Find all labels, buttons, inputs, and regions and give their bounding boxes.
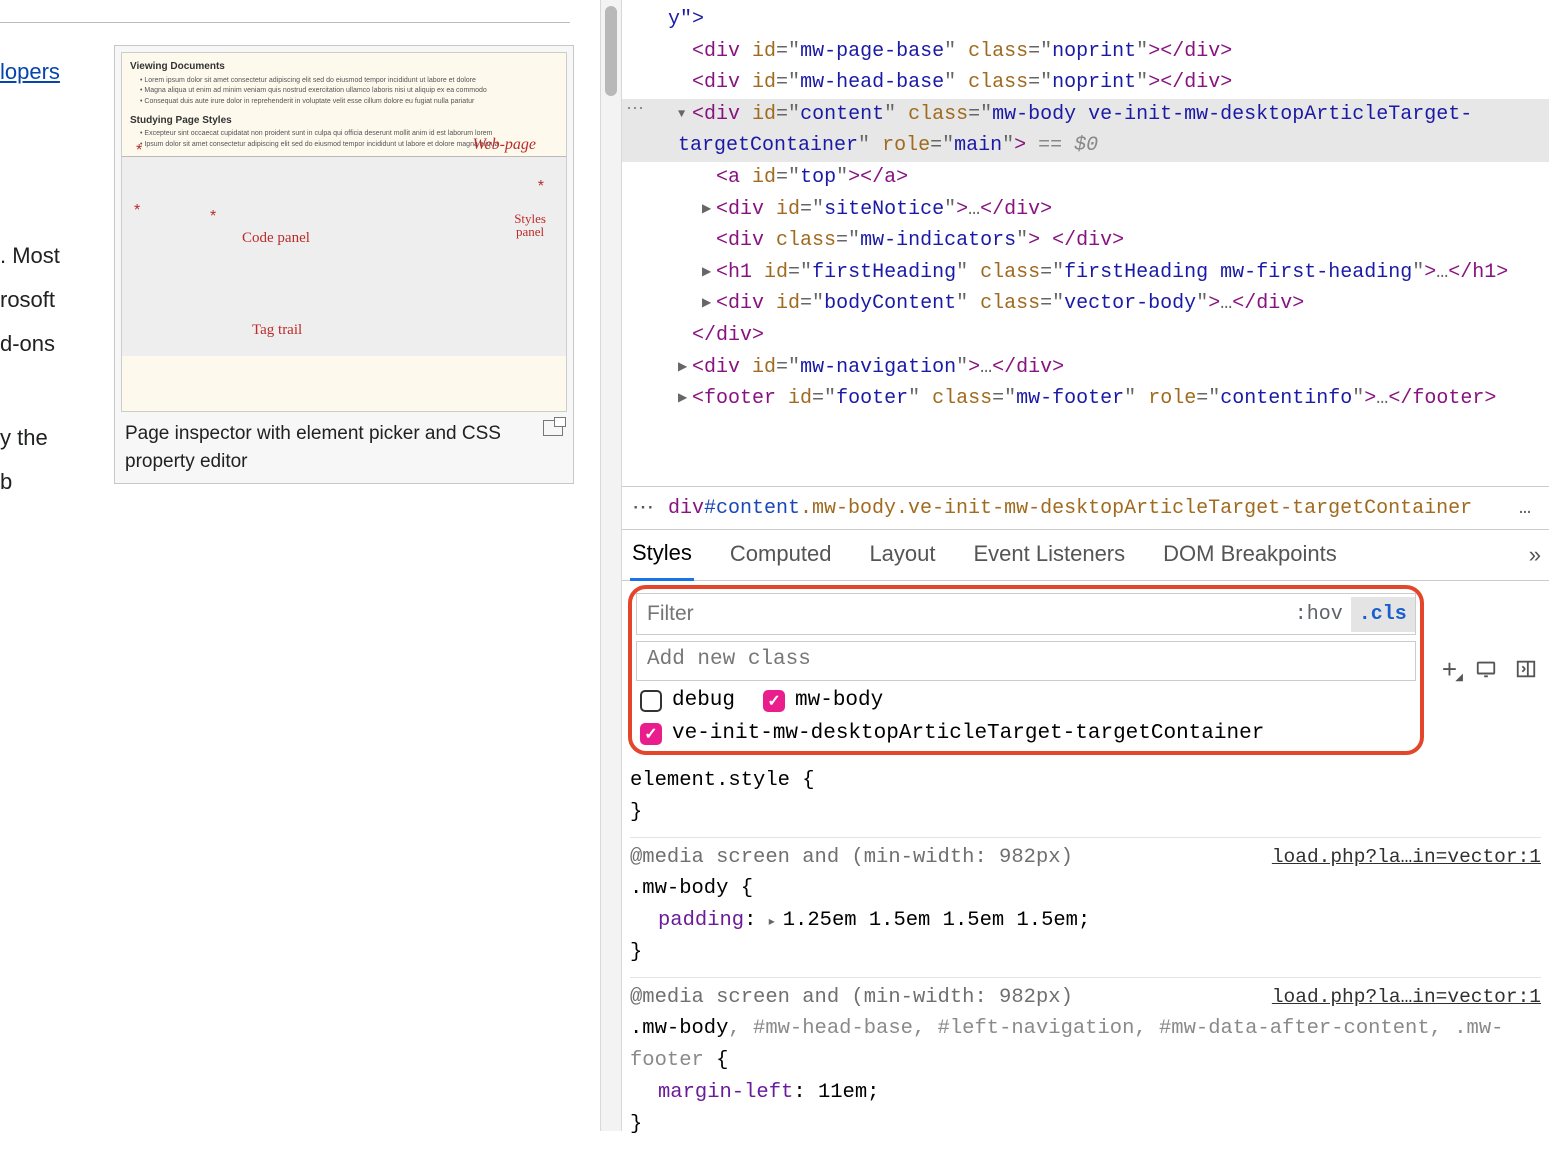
dom-node[interactable]: <a id="top"></a> <box>622 162 1549 194</box>
hov-toggle[interactable]: :hov <box>1287 603 1351 626</box>
enlarge-icon[interactable] <box>543 420 563 436</box>
breadcrumb-overflow[interactable]: ⋯ <box>632 495 654 521</box>
dom-node[interactable]: ▶<div id="siteNotice">…</div> <box>622 194 1549 226</box>
thumb-heading-2: Studying Page Styles <box>130 113 558 129</box>
thumbnail-caption: Page inspector with element picker and C… <box>125 420 535 475</box>
class-toggle[interactable]: ✓ve-init-mw-desktopArticleTarget-targetC… <box>640 722 1264 745</box>
thumb-tagtrail-label: Tag trail <box>252 319 302 342</box>
devtools-pane: ⋯ y"> <div id="mw-page-base" class="nopr… <box>622 0 1549 1131</box>
cls-toggle[interactable]: .cls <box>1351 597 1415 632</box>
dom-node[interactable]: <div class="mw-indicators"> </div> <box>622 225 1549 257</box>
tab-event-listeners[interactable]: Event Listeners <box>972 531 1128 579</box>
source-link[interactable]: load.php?la…in=vector:1 <box>1272 982 1541 1012</box>
style-rules[interactable]: element.style { } load.php?la…in=vector:… <box>622 757 1549 1152</box>
tab-layout[interactable]: Layout <box>867 531 937 579</box>
new-rule-icon[interactable]: +◢ <box>1442 654 1457 685</box>
tab-computed[interactable]: Computed <box>728 531 834 579</box>
styles-tabs: Styles Computed Layout Event Listeners D… <box>622 530 1549 581</box>
dom-node[interactable]: ▶<h1 id="firstHeading" class="firstHeadi… <box>622 257 1549 289</box>
tab-styles[interactable]: Styles <box>630 530 694 581</box>
class-editor-highlight: :hov .cls Add new class debug ✓mw-body ✓ve… <box>628 585 1424 755</box>
dom-node[interactable]: <div id="mw-page-base" class="noprint"><… <box>622 36 1549 68</box>
dom-node[interactable]: ▶<div id="bodyContent" class="vector-bod… <box>622 288 1549 320</box>
source-link[interactable]: load.php?la…in=vector:1 <box>1272 842 1541 872</box>
tab-dom-breakpoints[interactable]: DOM Breakpoints <box>1161 531 1339 579</box>
dom-node[interactable]: <div id="mw-head-base" class="noprint"><… <box>622 67 1549 99</box>
section-divider <box>0 22 570 23</box>
thumb-webpage-label: Web-page <box>473 133 536 158</box>
pane-scrollbar[interactable] <box>600 0 622 1131</box>
styles-filter-input[interactable] <box>637 602 1287 626</box>
panel-toggle-icon[interactable] <box>1515 658 1537 680</box>
thumb-stylespanel-label: Styles panel <box>514 212 546 239</box>
styles-filter-row: :hov .cls <box>636 593 1416 635</box>
thumbnail-image[interactable]: Viewing Documents • Lorem ipsum dolor si… <box>121 52 567 412</box>
dom-node[interactable]: ▶<footer id="footer" class="mw-footer" r… <box>622 383 1549 415</box>
tabs-overflow-icon[interactable]: » <box>1525 538 1541 572</box>
article-body: lopers . Most rosoft d-ons y the b <box>0 45 90 510</box>
dom-node-selected[interactable]: ▼<div id="content" class="mw-body ve-ini… <box>622 99 1549 162</box>
article-pane: Viewing Documents • Lorem ipsum dolor si… <box>0 0 600 1131</box>
thumb-codepanel-label: Code panel <box>242 227 310 250</box>
class-toggles: debug ✓mw-body ✓ve-init-mw-desktopArticleT… <box>632 681 1420 745</box>
device-icon[interactable] <box>1475 658 1497 680</box>
article-link[interactable]: lopers <box>0 59 60 84</box>
class-toggle[interactable]: ✓mw-body <box>763 689 883 712</box>
thumb-heading-1: Viewing Documents <box>130 59 558 75</box>
styles-toolbar-icons: +◢ <box>1430 654 1549 685</box>
thumbnail-figure: Viewing Documents • Lorem ipsum dolor si… <box>114 45 574 484</box>
class-toggle[interactable]: debug <box>640 689 735 712</box>
dom-node[interactable]: ▶<div id="mw-navigation">…</div> <box>622 352 1549 384</box>
dom-tree[interactable]: ⋯ y"> <div id="mw-page-base" class="nopr… <box>622 0 1549 486</box>
add-class-input[interactable]: Add new class <box>636 641 1416 681</box>
breadcrumb[interactable]: ⋯ div#content.mw-body.ve-init-mw-desktop… <box>622 486 1549 530</box>
breadcrumb-more[interactable]: … <box>1513 497 1539 520</box>
